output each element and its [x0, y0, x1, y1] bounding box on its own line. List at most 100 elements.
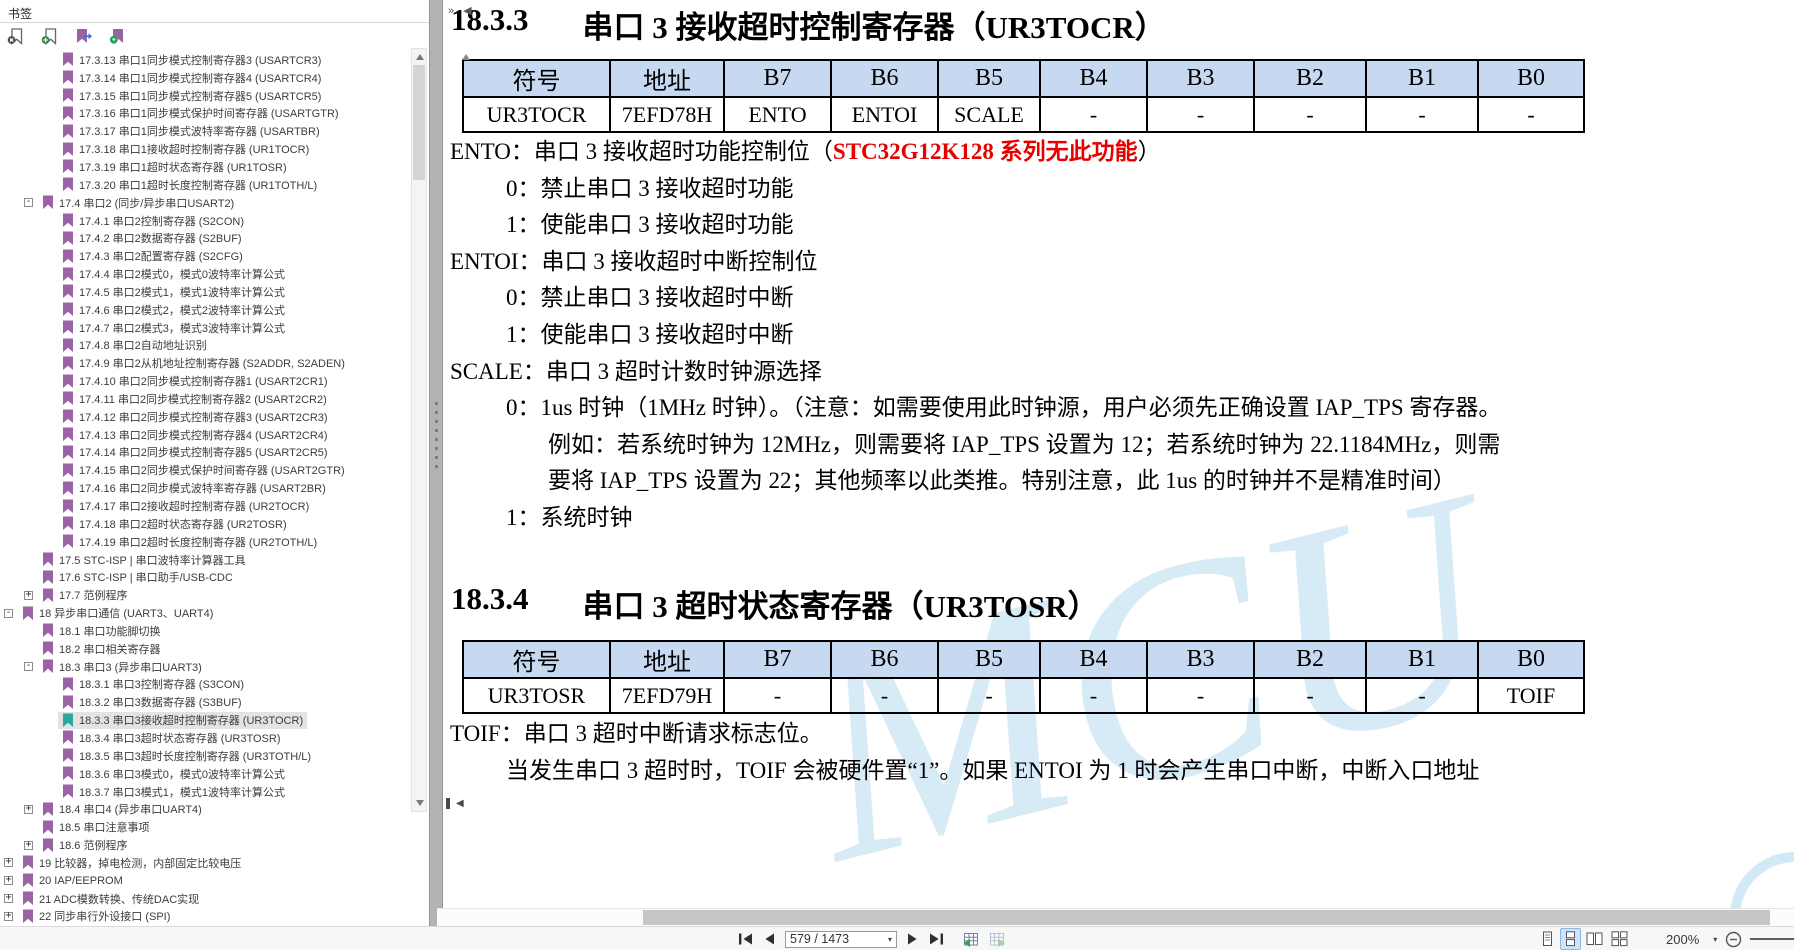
bookmark-item[interactable]: +21 ADC模数转换、传统DAC实现 [0, 890, 409, 908]
bookmark-item[interactable]: 17.4.13 串口2同步模式控制寄存器4 (USART2CR4) [0, 426, 409, 444]
bookmark-item[interactable]: +18.6 范例程序 [0, 836, 409, 854]
bookmark-item[interactable]: 17.4.6 串口2模式2，模式2波特率计算公式 [0, 301, 409, 319]
bookmark-node[interactable]: 17.5 STC-ISP | 串口波特率计算器工具 [38, 551, 250, 568]
bookmark-item[interactable]: 17.4.8 串口2自动地址识别 [0, 337, 409, 355]
bookmark-node[interactable]: 17.4.8 串口2自动地址识别 [58, 337, 211, 354]
bookmark-item[interactable]: 17.4.10 串口2同步模式控制寄存器1 (USART2CR1) [0, 372, 409, 390]
bookmark-node[interactable]: 18.3.1 串口3控制寄存器 (S3CON) [58, 676, 248, 693]
bookmark-node[interactable]: 17.4.3 串口2配置寄存器 (S2CFG) [58, 248, 247, 265]
expand-node-icon[interactable]: + [4, 910, 13, 921]
previous-page-icon[interactable] [763, 933, 775, 945]
bookmark-node[interactable]: 17.3.14 串口1同步模式控制寄存器4 (USARTCR4) [58, 69, 325, 86]
bookmark-item[interactable]: - 18 异步串口通信 (UART3、UART4) [0, 604, 409, 622]
scrollbar-thumb[interactable] [413, 65, 425, 180]
bookmark-item[interactable]: 17.3.19 串口1超时状态寄存器 (UR1TOSR) [0, 158, 409, 176]
bookmark-node[interactable]: 18.1 串口功能脚切换 [38, 622, 164, 639]
next-page-icon[interactable] [907, 933, 919, 945]
bookmark-node[interactable]: 18.6 范例程序 [38, 837, 131, 854]
bookmark-node[interactable]: 17.3.16 串口1同步模式保护时间寄存器 (USARTGTR) [58, 105, 343, 122]
bookmark-node[interactable]: 22 同步串行外设接口 (SPI) [18, 908, 174, 925]
bookmark-node[interactable]: 18.3.7 串口3模式1，模式1波特率计算公式 [58, 783, 289, 800]
bookmark-item[interactable]: 17.4.17 串口2接收超时控制寄存器 (UR2TOCR) [0, 497, 409, 515]
scroll-up-arrow-icon[interactable] [462, 54, 470, 60]
bookmark-node[interactable]: 17.4.18 串口2超时状态寄存器 (UR2TOSR) [58, 515, 291, 532]
bookmark-item[interactable]: 17.4.2 串口2数据寄存器 (S2BUF) [0, 229, 409, 247]
expand-node-icon[interactable]: + [24, 589, 33, 600]
bookmark-item[interactable]: 17.4.4 串口2模式0，模式0波特率计算公式 [0, 265, 409, 283]
bookmark-node[interactable]: 20 IAP/EEPROM [18, 872, 127, 889]
bookmark-node[interactable]: 17.4.17 串口2接收超时控制寄存器 (UR2TOCR) [58, 498, 313, 515]
bookmark-node[interactable]: 18.3.4 串口3超时状态寄存器 (UR3TOSR) [58, 729, 285, 746]
hscroll-bar-icon[interactable] [446, 798, 450, 809]
continuous-layout-icon[interactable] [1560, 928, 1581, 950]
bookmark-node[interactable]: 17.4.9 串口2从机地址控制寄存器 (S2ADDR, S2ADEN) [58, 355, 349, 372]
expand-node-icon[interactable]: + [4, 893, 13, 904]
expand-node-icon[interactable]: + [4, 857, 13, 868]
document-pane[interactable]: MCU 18.3.3 串口 3 接收超时控制寄存器（UR3TOCR） 符号 地址 B… [443, 0, 1794, 908]
bookmark-node[interactable]: 17.4.5 串口2模式1，模式1波特率计算公式 [58, 283, 289, 300]
expand-node-icon[interactable]: + [4, 875, 13, 886]
bookmark-item[interactable]: 17.4.15 串口2同步模式保护时间寄存器 (USART2GTR) [0, 461, 409, 479]
bookmark-item[interactable]: 17.4.1 串口2控制寄存器 (S2CON) [0, 212, 409, 230]
bookmark-node[interactable]: 18.3 串口3 (异步串口UART3) [38, 658, 206, 675]
bookmark-node[interactable]: 21 ADC模数转换、传统DAC实现 [18, 890, 203, 907]
page-dropdown-caret-icon[interactable]: ▾ [888, 935, 892, 944]
panel-splitter[interactable] [429, 0, 443, 926]
zoom-out-icon[interactable] [1725, 931, 1742, 948]
scrollbar-down-icon[interactable] [416, 800, 424, 806]
bookmark-node[interactable]: 17.4.15 串口2同步模式保护时间寄存器 (USART2GTR) [58, 462, 349, 479]
zoom-level[interactable]: 200% [1666, 932, 1699, 947]
bookmark-node[interactable]: 18.3.3 串口3接收超时控制寄存器 (UR3TOCR) [58, 711, 308, 729]
bookmark-item[interactable]: 17.4.14 串口2同步模式控制寄存器5 (USART2CR5) [0, 444, 409, 462]
bookmark-node[interactable]: 17.4.14 串口2同步模式控制寄存器5 (USART2CR5) [58, 444, 332, 461]
bookmark-item[interactable]: 17.3.16 串口1同步模式保护时间寄存器 (USARTGTR) [0, 105, 409, 123]
previous-view-icon[interactable] [962, 932, 979, 947]
bookmark-node[interactable]: 17.4.4 串口2模式0，模式0波特率计算公式 [58, 266, 289, 283]
zoom-dropdown-caret-icon[interactable]: ▾ [1713, 935, 1717, 944]
collapse-node-icon[interactable]: - [24, 197, 33, 208]
bookmarks-scrollbar[interactable] [411, 48, 427, 812]
bookmark-node[interactable]: 17.3.17 串口1同步模式波特率寄存器 (USARTBR) [58, 123, 324, 140]
bookmark-item[interactable]: 17.3.20 串口1超时长度控制寄存器 (UR1TOTH/L) [0, 176, 409, 194]
bookmark-node[interactable]: 17.4.13 串口2同步模式控制寄存器4 (USART2CR4) [58, 426, 332, 443]
expand-bookmarks-icon[interactable] [109, 28, 126, 45]
bookmark-item[interactable]: 17.4.18 串口2超时状态寄存器 (UR2TOSR) [0, 515, 409, 533]
bookmark-item[interactable]: 17.3.17 串口1同步模式波特率寄存器 (USARTBR) [0, 122, 409, 140]
bookmark-item[interactable]: 18.3.1 串口3控制寄存器 (S3CON) [0, 676, 409, 694]
next-view-icon[interactable] [989, 932, 1006, 947]
last-page-icon[interactable] [929, 933, 944, 945]
bookmark-item[interactable]: 18.3.7 串口3模式1，模式1波特率计算公式 [0, 783, 409, 801]
new-bookmark-icon[interactable] [41, 27, 58, 45]
facing-pages-layout-icon[interactable] [1584, 929, 1605, 949]
collapse-panel-chevrons-icon[interactable]: » [448, 5, 454, 17]
hscroll-left-icon[interactable]: ◀ [456, 798, 464, 809]
collapse-panel-arrow-icon[interactable]: ◀ [463, 5, 471, 17]
bookmark-item[interactable]: 18.5 串口注意事项 [0, 818, 409, 836]
bookmark-item[interactable]: 18.3.3 串口3接收超时控制寄存器 (UR3TOCR) [0, 711, 409, 729]
single-page-layout-icon[interactable] [1538, 929, 1557, 949]
bookmark-node[interactable]: 17.3.18 串口1接收超时控制寄存器 (UR1TOCR) [58, 141, 313, 158]
bookmark-item[interactable]: - 17.4 串口2 (同步/异步串口USART2) [0, 194, 409, 212]
bookmark-item[interactable]: +20 IAP/EEPROM [0, 872, 409, 890]
bookmark-node[interactable]: 18.3.5 串口3超时长度控制寄存器 (UR3TOTH/L) [58, 747, 315, 764]
bookmark-item[interactable]: 18.2 串口相关寄存器 [0, 640, 409, 658]
bookmark-item[interactable]: 17.4.11 串口2同步模式控制寄存器2 (USART2CR2) [0, 390, 409, 408]
bookmark-node[interactable]: 18.2 串口相关寄存器 [38, 640, 164, 657]
bookmark-item[interactable]: 17.3.18 串口1接收超时控制寄存器 (UR1TOCR) [0, 140, 409, 158]
bookmark-item[interactable]: 17.4.5 串口2模式1，模式1波特率计算公式 [0, 283, 409, 301]
bookmark-node[interactable]: 17.4.19 串口2超时长度控制寄存器 (UR2TOTH/L) [58, 533, 321, 550]
bookmark-item[interactable]: +17.7 范例程序 [0, 586, 409, 604]
bookmark-node[interactable]: 17.3.20 串口1超时长度控制寄存器 (UR1TOTH/L) [58, 176, 321, 193]
facing-continuous-layout-icon[interactable] [1609, 929, 1630, 949]
bookmark-item[interactable]: 17.3.13 串口1同步模式控制寄存器3 (USARTCR3) [0, 51, 409, 69]
bookmark-item[interactable]: 18.3.6 串口3模式0，模式0波特率计算公式 [0, 765, 409, 783]
bookmark-node[interactable]: 17.4.12 串口2同步模式控制寄存器3 (USART2CR3) [58, 408, 332, 425]
page-number-input[interactable]: 579 / 1473 ▾ [785, 930, 897, 948]
bookmark-item[interactable]: 18.1 串口功能脚切换 [0, 622, 409, 640]
bookmark-item[interactable]: 17.4.7 串口2模式3，模式3波特率计算公式 [0, 319, 409, 337]
bookmark-item[interactable]: 17.5 STC-ISP | 串口波特率计算器工具 [0, 551, 409, 569]
bookmark-node[interactable]: 18.3.6 串口3模式0，模式0波特率计算公式 [58, 765, 289, 782]
bookmark-node[interactable]: 17.4 串口2 (同步/异步串口USART2) [38, 194, 238, 211]
bookmark-item[interactable]: 18.3.5 串口3超时长度控制寄存器 (UR3TOTH/L) [0, 747, 409, 765]
first-page-icon[interactable] [738, 933, 753, 945]
